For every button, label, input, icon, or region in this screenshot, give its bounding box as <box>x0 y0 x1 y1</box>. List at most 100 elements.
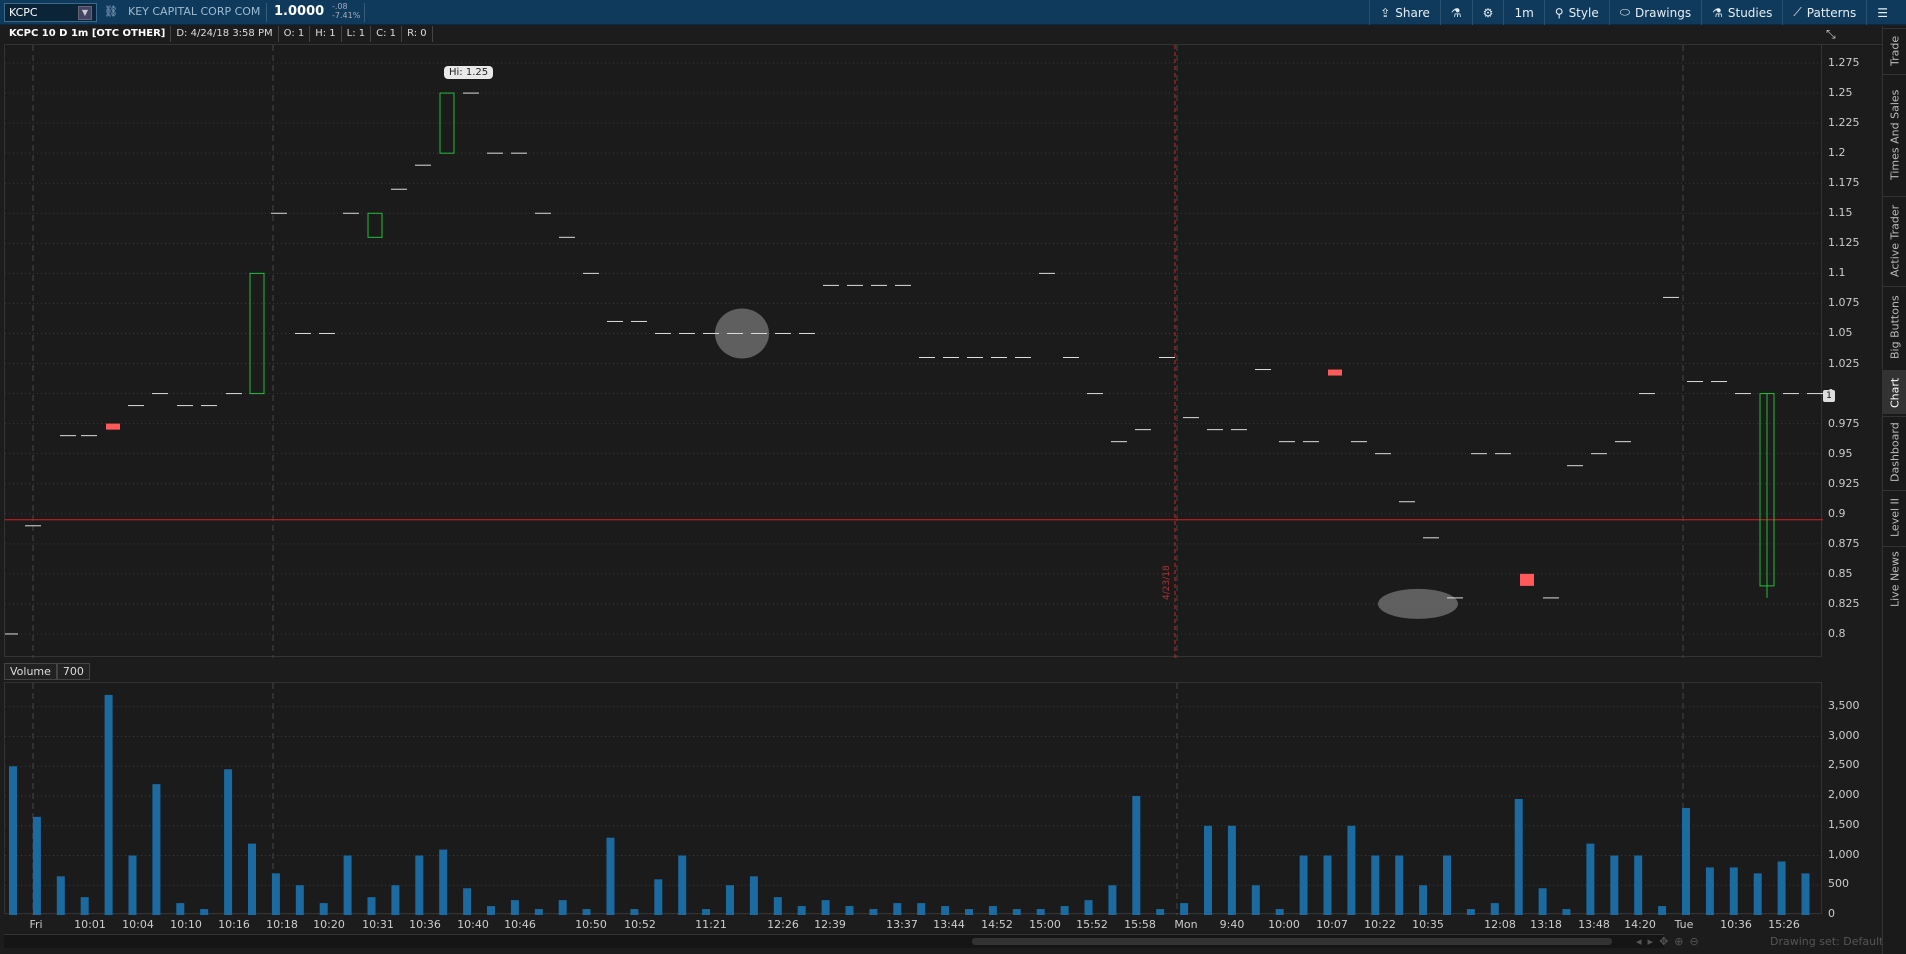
tab-live-news[interactable]: Live News <box>1883 546 1906 612</box>
time-tick-label: 10:35 <box>1412 918 1444 931</box>
pan-icon[interactable]: ✥ <box>1659 935 1668 948</box>
volume-bar <box>1204 825 1212 915</box>
time-tick-label: 10:31 <box>362 918 394 931</box>
price-candle <box>367 212 383 238</box>
info-low: L: 1 <box>342 26 372 42</box>
time-tick-label: 13:18 <box>1530 918 1562 931</box>
price-tick-label: 1.275 <box>1828 56 1860 70</box>
volume-bar <box>1538 888 1547 915</box>
volume-bar <box>271 873 280 915</box>
price-tick-label: 1.05 <box>1828 326 1853 340</box>
time-tick-label: 12:26 <box>767 918 799 931</box>
info-high: H: 1 <box>310 26 342 42</box>
volume-bar <box>1084 900 1093 915</box>
chevron-down-icon[interactable]: ▼ <box>78 5 92 20</box>
volume-bar <box>1466 909 1475 915</box>
toolbar-divider <box>266 3 267 22</box>
volume-label: Volume <box>4 663 57 680</box>
volume-bar <box>988 906 997 915</box>
time-tick-label: 10:46 <box>504 918 536 931</box>
time-tick-label: 10:22 <box>1364 918 1396 931</box>
last-price-marker: 1 <box>1823 390 1835 402</box>
volume-bar <box>1443 855 1451 915</box>
time-tick-label: 10:20 <box>313 918 345 931</box>
volume-axis[interactable]: 3,500 3,000 2,500 2,000 1,500 1,000 500 0 <box>1822 682 1882 920</box>
zoom-in-icon[interactable]: ⊕ <box>1674 935 1683 948</box>
price-axis[interactable]: 1.275 1.25 1.225 1.2 1.175 1.15 1.125 1.1 1.075 1… <box>1822 44 1882 657</box>
tab-trade[interactable]: Trade <box>1883 28 1906 72</box>
tab-dashboard[interactable]: Dashboard <box>1883 416 1906 488</box>
tab-big-buttons[interactable]: Big Buttons <box>1883 286 1906 368</box>
link-icon[interactable]: ⛓ <box>104 5 118 18</box>
volume-bar <box>1610 855 1619 915</box>
last-price: 1.0000 <box>274 4 325 19</box>
chart-scrollbar[interactable] <box>4 934 1664 948</box>
volume-bar <box>343 855 352 915</box>
scrollbar-thumb[interactable] <box>972 938 1612 945</box>
time-tick-label: 10:07 <box>1316 918 1348 931</box>
volume-bar <box>630 909 639 915</box>
scroll-left-icon[interactable]: ◂ <box>1636 935 1642 948</box>
price-tick-label: 0.95 <box>1828 446 1853 460</box>
tab-times-and-sales[interactable]: Times And Sales <box>1883 74 1906 194</box>
volume-tick-label: 500 <box>1828 877 1849 891</box>
tab-level-ii[interactable]: Level II <box>1883 490 1906 544</box>
time-tick-label: 11:21 <box>695 918 727 931</box>
chart-expand-icon[interactable]: ⤡ <box>1826 27 1836 42</box>
volume-value: 700 <box>56 663 90 680</box>
price-chart-panel[interactable]: Hi: 1.25 <box>4 44 1823 658</box>
symbol-input[interactable]: KCPC ▼ <box>4 3 97 22</box>
drawings-label: Drawings <box>1634 5 1692 20</box>
patterns-label: Patterns <box>1806 5 1857 20</box>
price-candle <box>1328 369 1342 376</box>
gear-icon: ⚙ <box>1482 5 1494 20</box>
volume-bar <box>965 909 973 915</box>
volume-header: Volume 700 <box>4 663 90 680</box>
zoom-out-icon[interactable]: ⊖ <box>1690 935 1699 948</box>
volume-bar <box>80 897 89 915</box>
volume-bar <box>917 903 926 915</box>
volume-bar <box>319 903 328 915</box>
share-label: Share <box>1395 5 1430 20</box>
volume-bar <box>1180 903 1189 915</box>
volume-bar <box>773 897 782 915</box>
menu-button[interactable]: ☰ <box>1866 0 1898 25</box>
volume-bar <box>248 843 256 915</box>
style-icon: ⚲ <box>1554 5 1564 20</box>
main-toolbar: KCPC ▼ ⛓ KEY CAPITAL CORP COM 1.0000 -.0… <box>0 0 1906 25</box>
time-axis[interactable]: Fri 10:01 10:04 10:10 10:16 10:18 10:20 10:31 10… <box>4 916 1822 934</box>
tab-active-trader[interactable]: Active Trader <box>1883 196 1906 284</box>
drawings-button[interactable]: ⬭ Drawings <box>1608 0 1701 25</box>
volume-bar <box>128 855 137 915</box>
price-tick-label: 1.225 <box>1828 116 1860 130</box>
volume-bar <box>1108 885 1117 915</box>
volume-bar <box>726 885 734 915</box>
volume-bar <box>893 903 902 915</box>
style-label: Style <box>1568 5 1599 20</box>
share-button[interactable]: ⇪ Share <box>1369 0 1440 25</box>
time-tick-label: 10:16 <box>218 918 250 931</box>
scroll-right-icon[interactable]: ▸ <box>1648 935 1654 948</box>
volume-bar <box>797 906 806 915</box>
volume-bar <box>1227 825 1236 915</box>
timeframe-button[interactable]: 1m <box>1503 0 1543 25</box>
volume-bar <box>1419 885 1428 915</box>
settings-button[interactable]: ⚙ <box>1471 0 1504 25</box>
volume-bar <box>941 906 950 915</box>
volume-bar <box>1323 855 1332 915</box>
volume-chart-panel[interactable] <box>4 682 1823 915</box>
price-tick-label: 0.9 <box>1828 506 1846 520</box>
flask-button[interactable]: ⚗ <box>1439 0 1472 25</box>
volume-tick-label: 1,000 <box>1828 847 1860 861</box>
volume-bar <box>821 900 830 915</box>
patterns-button[interactable]: ⟋ Patterns <box>1782 0 1866 25</box>
tab-chart[interactable]: Chart <box>1883 370 1906 414</box>
studies-button[interactable]: ⚗ Studies <box>1701 0 1782 25</box>
time-tick-label: 13:44 <box>933 918 965 931</box>
price-tick-label: 1.075 <box>1828 296 1860 310</box>
time-tick-label: 14:20 <box>1624 918 1656 931</box>
chart-title: KCPC 10 D 1m [OTC OTHER] <box>4 26 172 42</box>
style-button[interactable]: ⚲ Style <box>1543 0 1609 25</box>
time-tick-label: 13:37 <box>886 918 918 931</box>
time-tick-label: 10:18 <box>266 918 298 931</box>
